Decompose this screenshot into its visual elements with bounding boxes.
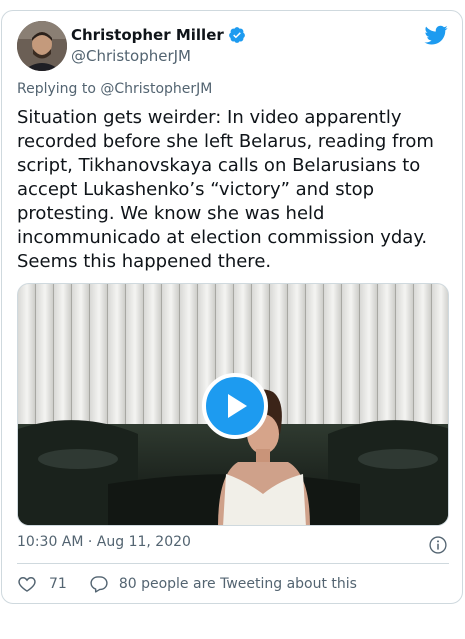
play-icon xyxy=(228,394,247,418)
avatar-image xyxy=(17,21,67,71)
tweet-card[interactable]: Christopher Miller @ChristopherJM Replyi… xyxy=(1,10,463,604)
replying-to-prefix: Replying to xyxy=(17,81,101,97)
heart-icon xyxy=(18,577,36,592)
tweeting-about-text: 80 people are Tweeting about this xyxy=(118,576,357,592)
like-count: 71 xyxy=(49,576,67,592)
avatar[interactable] xyxy=(17,21,67,71)
twitter-bird-icon[interactable] xyxy=(424,23,448,47)
play-button[interactable] xyxy=(202,373,268,439)
info-icon[interactable] xyxy=(428,535,448,555)
video-thumbnail[interactable] xyxy=(17,283,449,526)
verified-badge-icon xyxy=(228,27,245,43)
tweet-timestamp[interactable]: 10:30 AM · Aug 11, 2020 xyxy=(17,534,191,550)
tweeting-about-link[interactable]: 80 people are Tweeting about this xyxy=(89,574,357,594)
author-name-text: Christopher Miller xyxy=(71,26,224,44)
author-name[interactable]: Christopher Miller xyxy=(71,26,246,44)
tweet-actions: 71 80 people are Tweeting about this xyxy=(17,573,357,595)
speech-bubble-icon xyxy=(90,576,108,593)
tweet-text: Situation gets weirder: In video apparen… xyxy=(17,107,434,272)
author-handle[interactable]: @ChristopherJM xyxy=(71,47,191,65)
replying-to-handle[interactable]: @ChristopherJM xyxy=(100,81,212,97)
divider xyxy=(17,563,449,564)
like-button[interactable]: 71 xyxy=(17,574,67,594)
replying-to: Replying to @ChristopherJM xyxy=(17,81,212,97)
